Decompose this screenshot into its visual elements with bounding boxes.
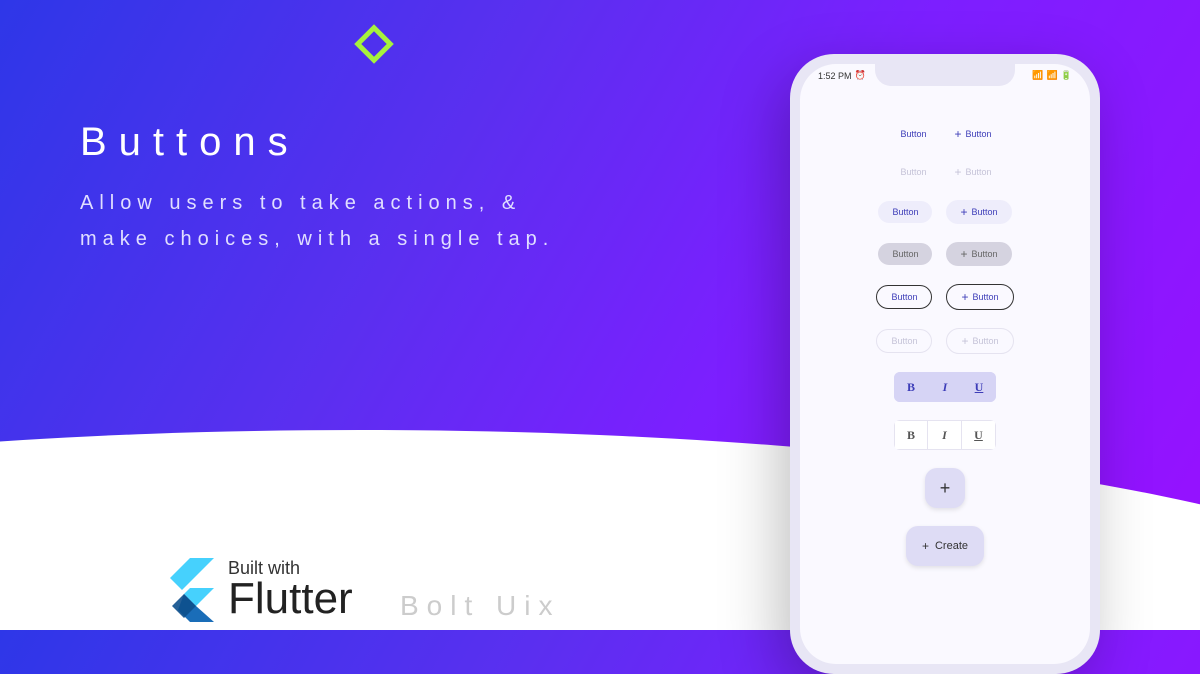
- plus-icon: +: [960, 248, 967, 260]
- plus-icon: +: [940, 478, 951, 499]
- plus-icon: +: [922, 540, 929, 552]
- fab-label: Create: [935, 540, 968, 552]
- outlined-button-disabled-row: Button +Button: [876, 328, 1013, 354]
- text-button-icon-disabled: +Button: [948, 162, 997, 182]
- filled-button-row: Button +Button: [878, 200, 1011, 224]
- text-button-disabled: Button: [892, 163, 934, 181]
- tonal-button-row: Button +Button: [878, 242, 1011, 266]
- bold-toggle-outlined[interactable]: B: [894, 420, 928, 450]
- diamond-decoration: [354, 24, 394, 64]
- filled-button-with-icon[interactable]: +Button: [946, 200, 1011, 224]
- page-subtitle: Allow users to take actions, & make choi…: [80, 185, 554, 257]
- floating-action-button[interactable]: +: [925, 468, 965, 508]
- outlined-button-row: Button +Button: [876, 284, 1013, 310]
- battery-icon: 🔋: [1061, 70, 1072, 81]
- text-button-row: Button +Button: [892, 124, 997, 144]
- bold-toggle[interactable]: B: [894, 372, 928, 402]
- phone-mockup: 1:52 PM ⏰ 📶 📶 🔋 Button +Button Button +B…: [790, 54, 1100, 674]
- text-button-with-icon[interactable]: +Button: [948, 124, 997, 144]
- extended-fab[interactable]: + Create: [906, 526, 984, 566]
- button-showcase: Button +Button Button +Button Button +Bu…: [800, 124, 1090, 566]
- flutter-badge: Built with Flutter: [160, 558, 353, 622]
- underline-toggle[interactable]: U: [962, 372, 996, 402]
- status-left: 1:52 PM ⏰: [818, 70, 866, 81]
- flutter-logo-icon: [160, 558, 214, 622]
- plus-icon: +: [960, 206, 967, 218]
- underline-toggle-outlined[interactable]: U: [962, 420, 996, 450]
- segmented-button-outlined: B I U: [894, 420, 996, 450]
- alarm-icon: ⏰: [855, 70, 866, 81]
- signal-icon: 📶: [1032, 70, 1043, 81]
- plus-icon: +: [954, 166, 961, 178]
- flutter-name: Flutter: [228, 577, 353, 621]
- subtitle-line-1: Allow users to take actions, &: [80, 185, 554, 221]
- page-title: Buttons: [80, 120, 300, 165]
- filled-button[interactable]: Button: [878, 201, 932, 223]
- status-bar: 1:52 PM ⏰ 📶 📶 🔋: [800, 70, 1090, 81]
- status-right: 📶 📶 🔋: [1032, 70, 1072, 81]
- text-button-disabled-row: Button +Button: [892, 162, 997, 182]
- outlined-button[interactable]: Button: [876, 285, 932, 309]
- italic-toggle[interactable]: I: [928, 372, 962, 402]
- plus-icon: +: [954, 128, 961, 140]
- status-time: 1:52 PM: [818, 71, 852, 81]
- subtitle-line-2: make choices, with a single tap.: [80, 221, 554, 257]
- wifi-icon: 📶: [1047, 70, 1058, 81]
- italic-toggle-outlined[interactable]: I: [928, 420, 962, 450]
- phone-screen: 1:52 PM ⏰ 📶 📶 🔋 Button +Button Button +B…: [800, 64, 1090, 664]
- brand-label: Bolt Uix: [400, 590, 560, 622]
- tonal-button[interactable]: Button: [878, 243, 932, 265]
- outlined-button-icon-disabled: +Button: [946, 328, 1013, 354]
- plus-icon: +: [961, 335, 968, 347]
- segmented-button-filled: B I U: [894, 372, 996, 402]
- text-button[interactable]: Button: [892, 125, 934, 143]
- flutter-text: Built with Flutter: [228, 559, 353, 621]
- tonal-button-with-icon[interactable]: +Button: [946, 242, 1011, 266]
- outlined-button-with-icon[interactable]: +Button: [946, 284, 1013, 310]
- outlined-button-disabled: Button: [876, 329, 932, 353]
- plus-icon: +: [961, 291, 968, 303]
